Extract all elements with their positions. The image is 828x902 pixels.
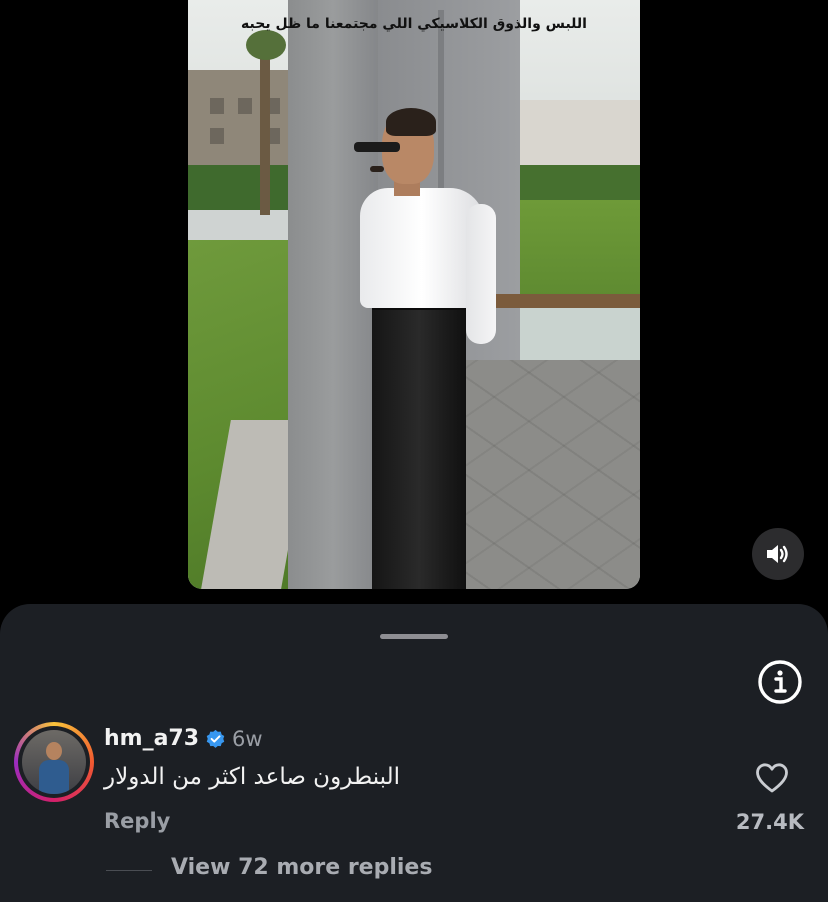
person-hair [386, 108, 436, 136]
heart-icon[interactable] [755, 762, 789, 794]
video-hedge [188, 165, 298, 210]
video-bench [488, 294, 640, 308]
video-caption: اللبس والذوق الكلاسيكي اللي مجتمعنا ما ظ… [241, 16, 587, 32]
comment-timestamp: 6w [232, 727, 263, 751]
video-building-left [188, 70, 296, 165]
sheet-grabber-handle[interactable] [380, 634, 448, 639]
video-person [354, 108, 498, 589]
person-trousers [372, 304, 466, 589]
avatar [22, 730, 86, 794]
person-sunglasses [354, 142, 400, 152]
view-more-replies-button[interactable]: View 72 more replies [171, 855, 432, 880]
person-moustache [370, 166, 384, 172]
comment-text: البنطرون صاعد اكثر من الدولار [104, 764, 401, 790]
speaker-sound-icon [767, 545, 788, 563]
avatar-person-body [39, 760, 69, 794]
avatar-person-head [46, 742, 62, 760]
reply-button[interactable]: Reply [104, 809, 170, 833]
verified-badge-icon [206, 729, 225, 748]
video-player[interactable]: اللبس والذوق الكلاسيكي اللي مجتمعنا ما ظ… [188, 0, 640, 589]
like-count: 27.4K [735, 810, 804, 834]
video-palm-trunk [260, 40, 270, 215]
window [210, 98, 224, 114]
info-circle-icon[interactable] [756, 658, 804, 706]
comment-username[interactable]: hm_a73 [104, 726, 199, 751]
mute-button[interactable] [752, 528, 804, 580]
window [238, 98, 252, 114]
avatar-ring-gap [18, 726, 90, 798]
video-building-right [518, 100, 640, 165]
video-lawn [518, 200, 640, 295]
person-arm [466, 204, 496, 344]
replies-divider [106, 870, 152, 871]
video-hedge [518, 165, 640, 200]
window [210, 128, 224, 144]
video-palm-leaves [246, 30, 286, 60]
comments-sheet: hm_a73 6w البنطرون صاعد اكثر من الدولار … [0, 604, 828, 902]
avatar-story-ring[interactable] [14, 722, 94, 802]
